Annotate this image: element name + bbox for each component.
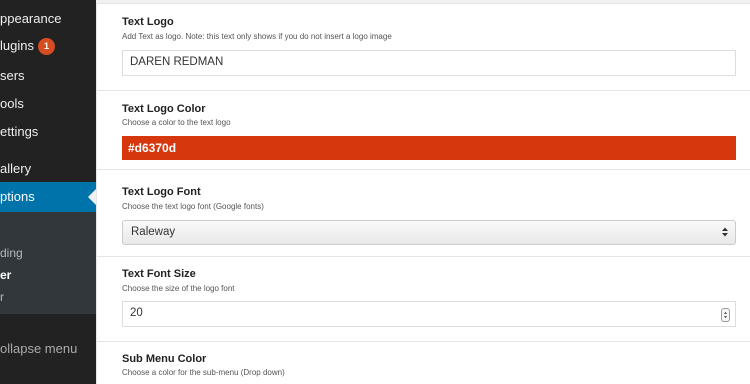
collapse-menu-button[interactable]: ollapse menu — [0, 341, 77, 356]
field-description: Choose the size of the logo font — [122, 284, 235, 293]
sidebar-item-users[interactable]: sers — [0, 68, 96, 88]
current-menu-arrow — [88, 189, 96, 205]
sidebar-item-gallery[interactable]: allery — [0, 161, 96, 181]
sidebar-item-tools[interactable]: ools — [0, 96, 96, 116]
sidebar-item-plugins[interactable]: lugins 1 — [0, 38, 96, 60]
text-font-size-input[interactable]: 20 — [122, 301, 736, 327]
field-title: Sub Menu Color — [122, 353, 207, 365]
select-value: Raleway — [131, 226, 176, 238]
text-logo-input[interactable]: DAREN REDMAN — [122, 50, 736, 76]
sidebar-item-label: ptions — [0, 189, 35, 204]
field-row-text-logo — [96, 4, 750, 91]
text-logo-font-select[interactable]: Raleway — [122, 220, 736, 245]
field-title: Text Logo Font — [122, 186, 201, 198]
field-description: Choose a color for the sub-menu (Drop do… — [122, 368, 285, 377]
sidebar-item-options[interactable]: ptions — [0, 182, 96, 212]
field-description: Add Text as logo. Note: this text only s… — [122, 32, 392, 41]
select-arrows-icon — [722, 227, 728, 237]
field-title: Text Font Size — [122, 268, 196, 280]
number-spinner-icon[interactable] — [721, 308, 730, 322]
admin-sidebar: ppearance lugins 1 sers ools ettings alle… — [0, 0, 96, 384]
submenu-item-current[interactable]: er — [0, 268, 96, 282]
submenu-item[interactable]: ding — [0, 246, 96, 260]
sidebar-item-label: lugins 1 — [0, 38, 55, 55]
sidebar-item-label: sers — [0, 68, 25, 83]
sidebar-item-label: allery — [0, 161, 32, 176]
field-description: Choose a color to the text logo — [122, 118, 231, 127]
sidebar-item-label: ools — [0, 96, 24, 111]
field-description: Choose the text logo font (Google fonts) — [122, 202, 264, 211]
field-title: Text Logo Color — [122, 103, 206, 115]
text-logo-color-input[interactable]: #d6370d — [122, 136, 736, 160]
sidebar-item-settings[interactable]: ettings — [0, 124, 96, 144]
field-title: Text Logo — [122, 16, 174, 28]
sidebar-item-label: ppearance — [0, 11, 62, 26]
update-count-badge: 1 — [37, 38, 55, 55]
input-value: 20 — [130, 307, 143, 319]
submenu-item[interactable]: r — [0, 290, 96, 304]
sidebar-item-label: ettings — [0, 124, 39, 139]
sidebar-item-appearance[interactable]: ppearance — [0, 11, 96, 31]
